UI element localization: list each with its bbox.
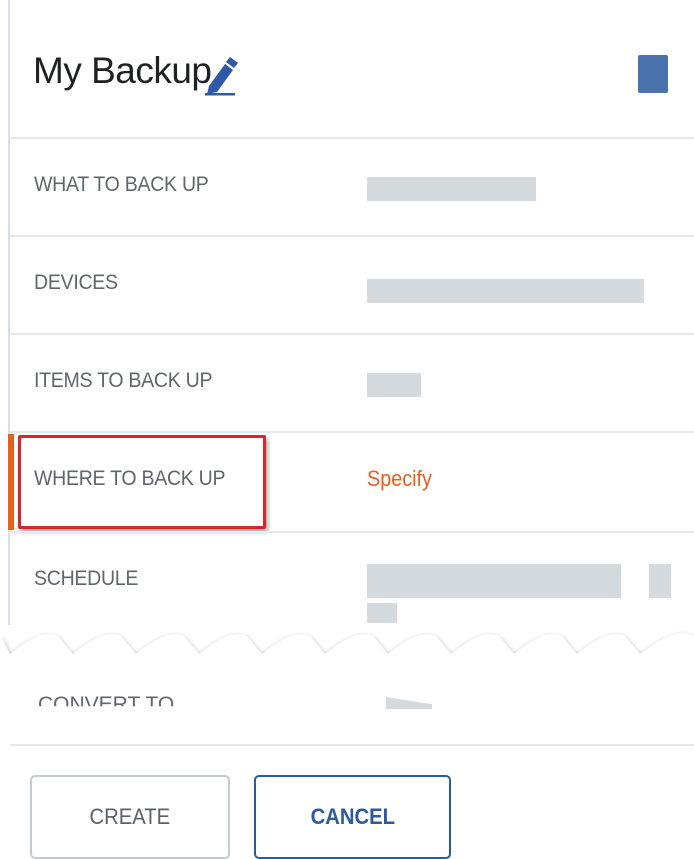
specify-link[interactable]: Specify: [367, 466, 432, 492]
cancel-button-label: CANCEL: [310, 804, 395, 829]
pencil-icon[interactable]: [203, 56, 241, 96]
value-placeholder-bar: [367, 177, 536, 201]
highlight-box: [18, 435, 266, 529]
cancel-button[interactable]: CANCEL: [254, 775, 451, 859]
divider: [10, 744, 694, 746]
settings-row-items-to-back-up[interactable]: ITEMS TO BACK UP: [10, 335, 694, 431]
value-placeholder-bar: [649, 564, 671, 598]
backup-plan-panel: My Backup WHAT TO BACK UP DEVICES ITEMS …: [0, 0, 694, 859]
plan-title: My Backup: [33, 50, 212, 91]
create-button-label: CREATE: [89, 804, 171, 829]
value-placeholder-bar: [367, 564, 621, 598]
panel-action-square[interactable]: [638, 55, 668, 93]
value-placeholder-bar: [367, 279, 644, 303]
value-placeholder-bar: [386, 697, 432, 709]
value-placeholder-bar: [367, 373, 421, 397]
row-label: SCHEDULE: [34, 567, 139, 590]
settings-row-devices[interactable]: DEVICES: [10, 237, 694, 333]
torn-edge-divider: [0, 633, 694, 675]
cut-off-row-label: CONVERT TO ...: [38, 693, 198, 716]
row-label: ITEMS TO BACK UP: [34, 369, 213, 392]
row-label: DEVICES: [34, 271, 118, 294]
row-label: WHAT TO BACK UP: [34, 173, 209, 196]
settings-row-what-to-back-up[interactable]: WHAT TO BACK UP: [10, 139, 694, 235]
create-button[interactable]: CREATE: [30, 775, 230, 859]
